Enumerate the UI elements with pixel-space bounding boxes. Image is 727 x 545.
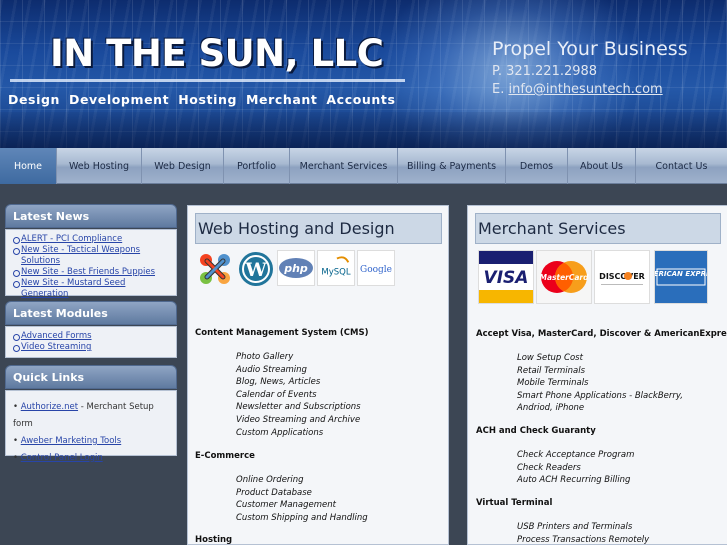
merchant-panel: Merchant Services VISA MasterCard DISCOV… xyxy=(467,205,727,545)
ach-list: Check Acceptance Program Check Readers A… xyxy=(517,449,634,487)
news-item[interactable]: New Site - Best Friends Puppies xyxy=(13,267,172,278)
list-item: Auto ACH Recurring Billing xyxy=(517,475,631,486)
joomla-logo xyxy=(196,250,233,287)
nav-web-hosting[interactable]: Web Hosting xyxy=(57,148,142,184)
php-logo: php xyxy=(277,250,315,286)
ach-heading: ACH and Check Guaranty xyxy=(476,426,596,436)
cms-heading: Content Management System (CMS) xyxy=(195,328,369,338)
email-link[interactable]: info@inthesuntech.com xyxy=(508,82,662,97)
hosting-panel: Web Hosting and Design W php MySQL Googl… xyxy=(187,205,449,545)
list-item: Check Readers xyxy=(517,462,581,473)
list-item: Customer Management xyxy=(236,500,336,511)
news-item[interactable]: ALERT - PCI Compliance xyxy=(13,234,172,245)
list-item: Online Ordering xyxy=(236,475,304,485)
hosting-heading: Hosting xyxy=(195,535,233,545)
news-item[interactable]: New Site - Tactical Weapons xyxy=(13,245,172,256)
module-item[interactable]: Advanced Forms xyxy=(13,331,172,342)
amex-card-icon: AMERICAN EXPRESS xyxy=(654,250,708,304)
card-logos: VISA MasterCard DISCOVER AMERICAN EXPRES… xyxy=(478,250,708,304)
list-item: Retail Terminals xyxy=(517,365,585,376)
svg-text:Google: Google xyxy=(360,265,392,275)
header-banner: IN THE SUN, LLC Design Development Hosti… xyxy=(0,0,727,148)
list-item: Low Setup Cost xyxy=(517,353,583,363)
tech-logos: W php MySQL Google xyxy=(196,250,395,288)
merchant-title: Merchant Services xyxy=(475,213,721,244)
quick-links-heading: Quick Links xyxy=(5,365,177,389)
hosting-title: Web Hosting and Design xyxy=(195,213,442,244)
virtual-heading: Virtual Terminal xyxy=(476,498,553,508)
list-item: Andriod, iPhone xyxy=(517,403,585,414)
list-item: Custom Applications xyxy=(236,427,324,438)
nav-about-us[interactable]: About Us xyxy=(568,148,636,184)
ecommerce-list: Online Ordering Product Database Custome… xyxy=(236,474,368,524)
visa-card-icon: VISA xyxy=(478,250,534,304)
aweber-row: • Aweber Marketing Tools xyxy=(13,436,122,446)
list-item: Blog, News, Articles xyxy=(236,377,321,388)
control-panel-row: • Control Panel Login xyxy=(13,453,103,463)
main-nav: Home Web Hosting Web Design Portfolio Me… xyxy=(0,148,727,184)
list-item: Newsletter and Subscriptions xyxy=(236,402,361,413)
svg-text:AMERICAN EXPRESS: AMERICAN EXPRESS xyxy=(655,270,707,278)
list-item: Video Streaming and Archive xyxy=(236,414,361,425)
list-item: Photo Gallery xyxy=(236,352,294,362)
list-item: Smart Phone Applications - BlackBerry, xyxy=(517,390,683,401)
list-item: Custom Shipping and Handling xyxy=(236,512,368,523)
nav-contact-us[interactable]: Contact Us xyxy=(636,148,727,184)
aweber-link[interactable]: Aweber Marketing Tools xyxy=(21,436,121,446)
nav-merchant-services[interactable]: Merchant Services xyxy=(290,148,398,184)
module-item[interactable]: Video Streaming xyxy=(13,342,172,353)
google-logo: Google xyxy=(357,250,395,286)
svg-text:php: php xyxy=(283,262,308,275)
wordpress-logo: W xyxy=(237,250,275,288)
phone-number: P. 321.221.2988 xyxy=(492,64,598,79)
svg-text:DISCOVER: DISCOVER xyxy=(599,272,645,281)
mysql-logo: MySQL xyxy=(317,250,355,286)
list-item: Mobile Terminals xyxy=(517,378,589,389)
quick-links-box: • Authorize.net - Merchant Setup form • … xyxy=(5,390,177,463)
authorize-link[interactable]: Authorize.net xyxy=(21,402,78,412)
list-item: Calendar of Events xyxy=(236,389,317,400)
nav-demos[interactable]: Demos xyxy=(506,148,568,184)
list-item: USB Printers and Terminals xyxy=(517,522,633,532)
news-item-continued[interactable]: Solutions xyxy=(13,256,172,267)
virtual-list: USB Printers and Terminals Process Trans… xyxy=(517,521,649,545)
accept-list: Low Setup Cost Retail Terminals Mobile T… xyxy=(517,352,683,415)
latest-modules-heading: Latest Modules xyxy=(5,301,177,325)
email-line: E. info@inthesuntech.com xyxy=(492,82,663,97)
tagline: Design Development Hosting Merchant Acco… xyxy=(8,92,396,107)
latest-news-box: ALERT - PCI Compliance New Site - Tactic… xyxy=(5,229,177,299)
accept-heading: Accept Visa, MasterCard, Discover & Amer… xyxy=(476,329,727,339)
nav-portfolio[interactable]: Portfolio xyxy=(224,148,290,184)
news-item[interactable]: New Site - Mustard Seed Generation xyxy=(13,278,172,300)
svg-text:MySQL: MySQL xyxy=(321,268,350,278)
nav-home[interactable]: Home xyxy=(0,148,57,184)
latest-modules-box: Advanced Forms Video Streaming xyxy=(5,326,177,358)
discover-card-icon: DISCOVER xyxy=(594,250,650,304)
svg-text:VISA: VISA xyxy=(484,268,529,288)
authorize-row: • Authorize.net - Merchant Setup form xyxy=(13,402,154,429)
svg-text:MasterCard: MasterCard xyxy=(540,273,590,282)
svg-text:W: W xyxy=(244,259,267,281)
ecommerce-heading: E-Commerce xyxy=(195,451,255,461)
control-panel-link[interactable]: Control Panel Login xyxy=(21,453,103,463)
list-item: Process Transactions Remotely xyxy=(517,534,650,545)
company-logo[interactable]: IN THE SUN, LLC xyxy=(50,32,384,75)
list-item: Product Database xyxy=(236,487,312,498)
nav-web-design[interactable]: Web Design xyxy=(142,148,224,184)
nav-billing-payments[interactable]: Billing & Payments xyxy=(398,148,506,184)
cms-list: Photo Gallery Audio Streaming Blog, News… xyxy=(236,351,361,439)
logo-divider xyxy=(10,79,405,82)
latest-news-heading: Latest News xyxy=(5,204,177,228)
mastercard-icon: MasterCard xyxy=(536,250,592,304)
list-item: Check Acceptance Program xyxy=(517,450,635,460)
list-item: Audio Streaming xyxy=(236,364,307,375)
propel-heading: Propel Your Business xyxy=(492,38,688,60)
